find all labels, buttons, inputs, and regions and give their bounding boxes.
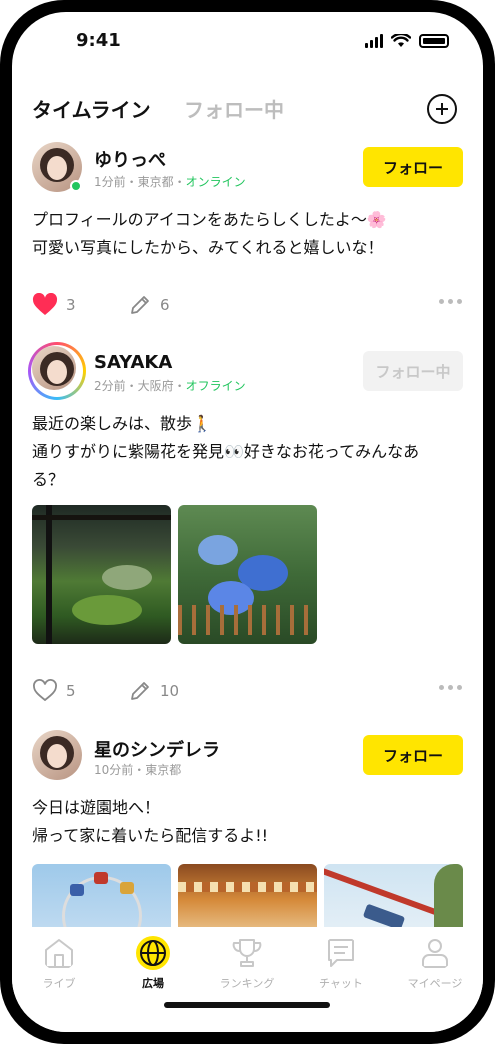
post-actions: 5 10 (32, 679, 462, 709)
nav-item-chat[interactable]: チャット (296, 935, 386, 991)
post-author-name[interactable]: SAYAKA (94, 352, 172, 373)
post-text-line: 通りすがりに紫陽花を発見👀好きなお花ってみんなあ (32, 442, 420, 461)
more-options-icon[interactable] (439, 685, 462, 690)
screen: 9:41 タイムライン フォロー中 ゆりっぺ 1分前・東京都・オンライン フォロ (12, 12, 483, 1032)
like-count: 5 (66, 682, 76, 700)
nav-item-ranking[interactable]: ランキング (202, 935, 292, 991)
nav-item-mypage[interactable]: マイページ (390, 935, 480, 991)
post-photo-hydrangea[interactable] (178, 505, 317, 644)
add-post-button[interactable] (427, 94, 457, 124)
follow-button[interactable]: フォロー (363, 735, 463, 775)
post-text-line: 今日は遊園地へ！ (32, 798, 161, 817)
post-meta: 10分前・東京都 (94, 761, 181, 778)
post-meta: 1分前・東京都・オンライン (94, 173, 246, 190)
phone-frame: 9:41 タイムライン フォロー中 ゆりっぺ 1分前・東京都・オンライン フォロ (0, 0, 495, 1044)
more-options-icon[interactable] (439, 299, 462, 304)
post-text-line: る？ (32, 470, 65, 489)
follow-button[interactable]: フォロー (363, 147, 463, 187)
status-time: 9:41 (76, 30, 121, 51)
tab-following[interactable]: フォロー中 (184, 94, 284, 123)
header: タイムライン フォロー中 (12, 84, 483, 134)
post-text-line: プロフィールのアイコンをあたらしくしたよ〜🌸 (32, 210, 387, 229)
user-icon (422, 939, 448, 968)
globe-icon (136, 936, 170, 970)
post-status: オンライン (185, 175, 246, 189)
nav-label: チャット (319, 977, 363, 990)
post-text: 今日は遊園地へ！ 帰って家に着いたら配信するよ!! (32, 794, 462, 850)
nav-label: 広場 (142, 977, 164, 990)
like-count: 3 (66, 296, 76, 314)
like-button[interactable]: 5 (32, 679, 76, 703)
signal-icon (365, 34, 383, 48)
chat-icon (328, 939, 354, 967)
post-meta: 2分前・大阪府・オフライン (94, 377, 246, 394)
tab-timeline[interactable]: タイムライン (32, 94, 151, 123)
post-text: 最近の楽しみは、散歩🚶 通りすがりに紫陽花を発見👀好きなお花ってみんなあ る？ (32, 410, 462, 494)
comment-count: 6 (160, 296, 170, 314)
post-text: プロフィールのアイコンをあたらしくしたよ〜🌸 可愛い写真にしたから、みてくれると… (32, 206, 462, 262)
heart-icon (32, 293, 58, 315)
comment-count: 10 (160, 682, 180, 700)
post-text-line: 帰って家に着いたら配信するよ!! (32, 826, 269, 845)
post-time-location: 1分前・東京都・ (94, 175, 186, 189)
avatar[interactable] (32, 730, 82, 780)
comment-button[interactable]: 10 (128, 679, 179, 703)
following-button[interactable]: フォロー中 (363, 351, 463, 391)
pencil-icon (131, 296, 149, 314)
avatar[interactable] (28, 342, 86, 400)
heart-outline-icon (33, 679, 57, 702)
post-time-location: 10分前・東京都 (94, 763, 182, 777)
post-time-location: 2分前・大阪府・ (94, 379, 186, 393)
post-actions: 3 6 (32, 293, 462, 323)
status-icons (365, 34, 449, 48)
post-text-line: 可愛い写真にしたから、みてくれると嬉しいな！ (32, 238, 384, 257)
like-button[interactable]: 3 (32, 293, 76, 317)
comment-button[interactable]: 6 (128, 293, 170, 317)
post-author-name[interactable]: 星のシンデレラ (94, 736, 220, 762)
trophy-icon (232, 939, 262, 967)
pencil-icon (131, 682, 149, 700)
home-indicator[interactable] (164, 1002, 330, 1008)
status-bar: 9:41 (12, 12, 483, 72)
post-photo-garden[interactable] (32, 505, 171, 644)
post-status: オフライン (185, 379, 246, 393)
wifi-icon (391, 34, 411, 47)
post-author-name[interactable]: ゆりっぺ (94, 146, 166, 172)
nav-label: ライブ (42, 977, 76, 990)
nav-item-plaza[interactable]: 広場 (108, 935, 198, 991)
nav-label: マイページ (407, 977, 463, 990)
post-text-line: 最近の楽しみは、散歩🚶 (32, 414, 212, 433)
nav-label: ランキング (219, 977, 275, 990)
battery-icon (419, 34, 449, 48)
house-icon (45, 939, 73, 968)
online-indicator (70, 180, 82, 192)
bottom-nav: ライブ 広場 ランキング チャット マイページ (12, 927, 483, 1032)
nav-item-live[interactable]: ライブ (14, 935, 104, 991)
